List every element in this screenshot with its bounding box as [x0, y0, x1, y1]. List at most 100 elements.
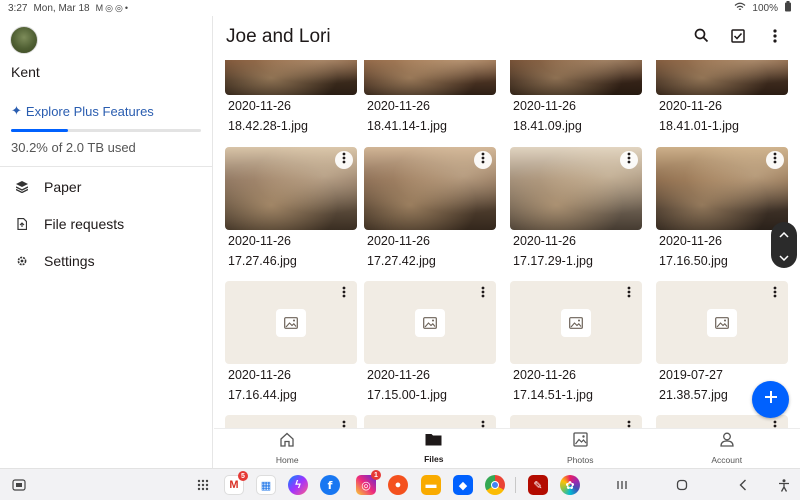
explore-plus-link[interactable]: ✦ Explore Plus Features — [11, 104, 154, 118]
calendar-app-icon[interactable]: ▦ — [256, 475, 276, 495]
file-tile[interactable]: 2020-11-26 17.14.51-1.jpg — [510, 281, 642, 412]
thumbnail-placeholder — [225, 281, 357, 364]
storage-usage-text: 30.2% of 2.0 TB used — [11, 140, 136, 155]
select-button[interactable] — [726, 26, 750, 50]
file-options-button[interactable] — [766, 419, 784, 428]
gallery-app-icon[interactable]: ✿ — [560, 475, 580, 495]
badge: 1 — [371, 470, 381, 480]
facebook-app-icon[interactable]: f — [320, 475, 340, 495]
instagram-icon: ◎ — [105, 2, 113, 13]
file-tile[interactable]: 2020-11-26 17.27.46.jpg — [225, 147, 357, 278]
more-options-button[interactable] — [763, 26, 787, 50]
scroll-control — [771, 222, 797, 268]
sidebar-item-file-requests[interactable]: File requests — [0, 208, 213, 240]
nav-account[interactable]: Account — [654, 429, 800, 468]
photo-thumbnail — [364, 147, 496, 230]
more-vert-icon — [481, 151, 485, 169]
file-options-button[interactable] — [335, 285, 353, 303]
file-tile[interactable]: 2020-11-26 17.16.44.jpg — [225, 281, 357, 412]
file-options-button[interactable] — [766, 285, 784, 303]
nav-files[interactable]: Files — [361, 429, 508, 468]
file-tile[interactable] — [510, 415, 642, 428]
file-name: 21.38.57.jpg — [659, 388, 728, 402]
file-tile[interactable]: 2020-11-26 17.16.50.jpg — [656, 147, 788, 278]
gear-icon — [0, 255, 44, 267]
file-date: 2020-11-26 — [367, 99, 431, 113]
battery-text: 100% — [752, 2, 778, 14]
file-options-button[interactable] — [474, 151, 492, 169]
avatar[interactable] — [10, 26, 38, 54]
thumbnail-placeholder — [510, 281, 642, 364]
select-checkbox-icon — [731, 28, 745, 48]
back-icon[interactable] — [734, 476, 752, 494]
file-tile[interactable] — [225, 415, 357, 428]
thumbnail-placeholder — [364, 415, 496, 428]
screen: 3:27 Mon, Mar 18 M ◎ ◎ • 100% Kent ✦ Exp… — [0, 0, 800, 500]
screenshot-toggle-icon[interactable] — [10, 476, 28, 494]
dropbox-app-icon[interactable]: ◆ — [453, 475, 473, 495]
more-vert-icon — [773, 285, 777, 303]
wifi-icon — [734, 2, 746, 15]
file-name: 18.42.28-1.jpg — [228, 119, 308, 133]
photo-thumbnail — [225, 60, 357, 95]
file-tile[interactable]: 2020-11-26 18.41.09.jpg — [510, 60, 642, 143]
adobe-acrobat-app-icon[interactable]: ✎ — [528, 475, 548, 495]
file-tile[interactable]: 2020-11-26 17.15.00-1.jpg — [364, 281, 496, 412]
sidebar: Kent ✦ Explore Plus Features 30.2% of 2.… — [0, 16, 213, 468]
sparkle-icon: ✦ — [11, 104, 22, 118]
file-options-button[interactable] — [474, 285, 492, 303]
file-options-button[interactable] — [620, 151, 638, 169]
photo-thumbnail — [510, 60, 642, 95]
nav-photos[interactable]: Photos — [507, 429, 654, 468]
nav-home[interactable]: Home — [214, 429, 361, 468]
badge: 5 — [238, 471, 248, 481]
file-tile[interactable]: 2020-11-26 18.42.28-1.jpg — [225, 60, 357, 143]
scroll-down-button[interactable] — [771, 245, 797, 268]
chrome-app-icon[interactable] — [485, 475, 505, 495]
storage-usage-bar — [11, 129, 201, 132]
add-button[interactable] — [752, 381, 789, 418]
app-drawer-icon[interactable] — [194, 476, 212, 494]
accessibility-icon[interactable] — [775, 476, 793, 494]
sidebar-item-label: Settings — [44, 253, 95, 269]
search-button[interactable] — [689, 26, 713, 50]
scroll-up-button[interactable] — [771, 222, 797, 245]
sidebar-item-settings[interactable]: Settings — [0, 245, 213, 277]
instagram-app-icon[interactable]: ◎ 1 — [356, 470, 381, 495]
more-vert-icon — [773, 151, 777, 169]
file-tile[interactable] — [364, 415, 496, 428]
home-button-icon[interactable] — [673, 476, 691, 494]
more-vert-icon — [481, 285, 485, 303]
file-options-button[interactable] — [474, 419, 492, 428]
account-name: Kent — [11, 64, 40, 80]
contacts-app-icon[interactable]: ● — [388, 475, 408, 495]
file-tile[interactable]: 2020-11-26 17.27.42.jpg — [364, 147, 496, 278]
gmail-app-icon[interactable]: M5 — [224, 471, 248, 495]
nav-label: Photos — [567, 455, 594, 465]
file-options-button[interactable] — [620, 285, 638, 303]
paper-icon — [0, 181, 44, 193]
file-tile[interactable]: 2020-11-26 17.17.29-1.jpg — [510, 147, 642, 278]
folder-title: Joe and Lori — [226, 26, 331, 47]
chevron-up-icon — [779, 225, 789, 243]
file-grid: 2020-11-26 18.42.28-1.jpg 2020-11-26 18.41.… — [214, 60, 800, 428]
file-request-icon — [0, 218, 44, 230]
file-options-button[interactable] — [620, 419, 638, 428]
sidebar-item-paper[interactable]: Paper — [0, 171, 213, 203]
my-files-app-icon[interactable]: ▬ — [421, 475, 441, 495]
messenger-app-icon[interactable]: ϟ — [288, 475, 308, 495]
file-options-button[interactable] — [335, 419, 353, 428]
notification-icons: M ◎ ◎ • — [96, 3, 128, 14]
more-vert-icon — [773, 28, 777, 48]
file-tile[interactable]: 2020-11-26 18.41.14-1.jpg — [364, 60, 496, 143]
thumbnail-placeholder — [364, 281, 496, 364]
photo-detail — [225, 60, 357, 95]
file-name: 17.17.29-1.jpg — [513, 254, 593, 268]
file-tile[interactable]: 2020-11-26 18.41.01-1.jpg — [656, 60, 788, 143]
photo-thumbnail — [656, 147, 788, 230]
photo-thumbnail — [510, 147, 642, 230]
recent-apps-icon[interactable] — [613, 476, 631, 494]
explore-plus-label: Explore Plus Features — [25, 104, 154, 118]
file-options-button[interactable] — [335, 151, 353, 169]
file-options-button[interactable] — [766, 151, 784, 169]
